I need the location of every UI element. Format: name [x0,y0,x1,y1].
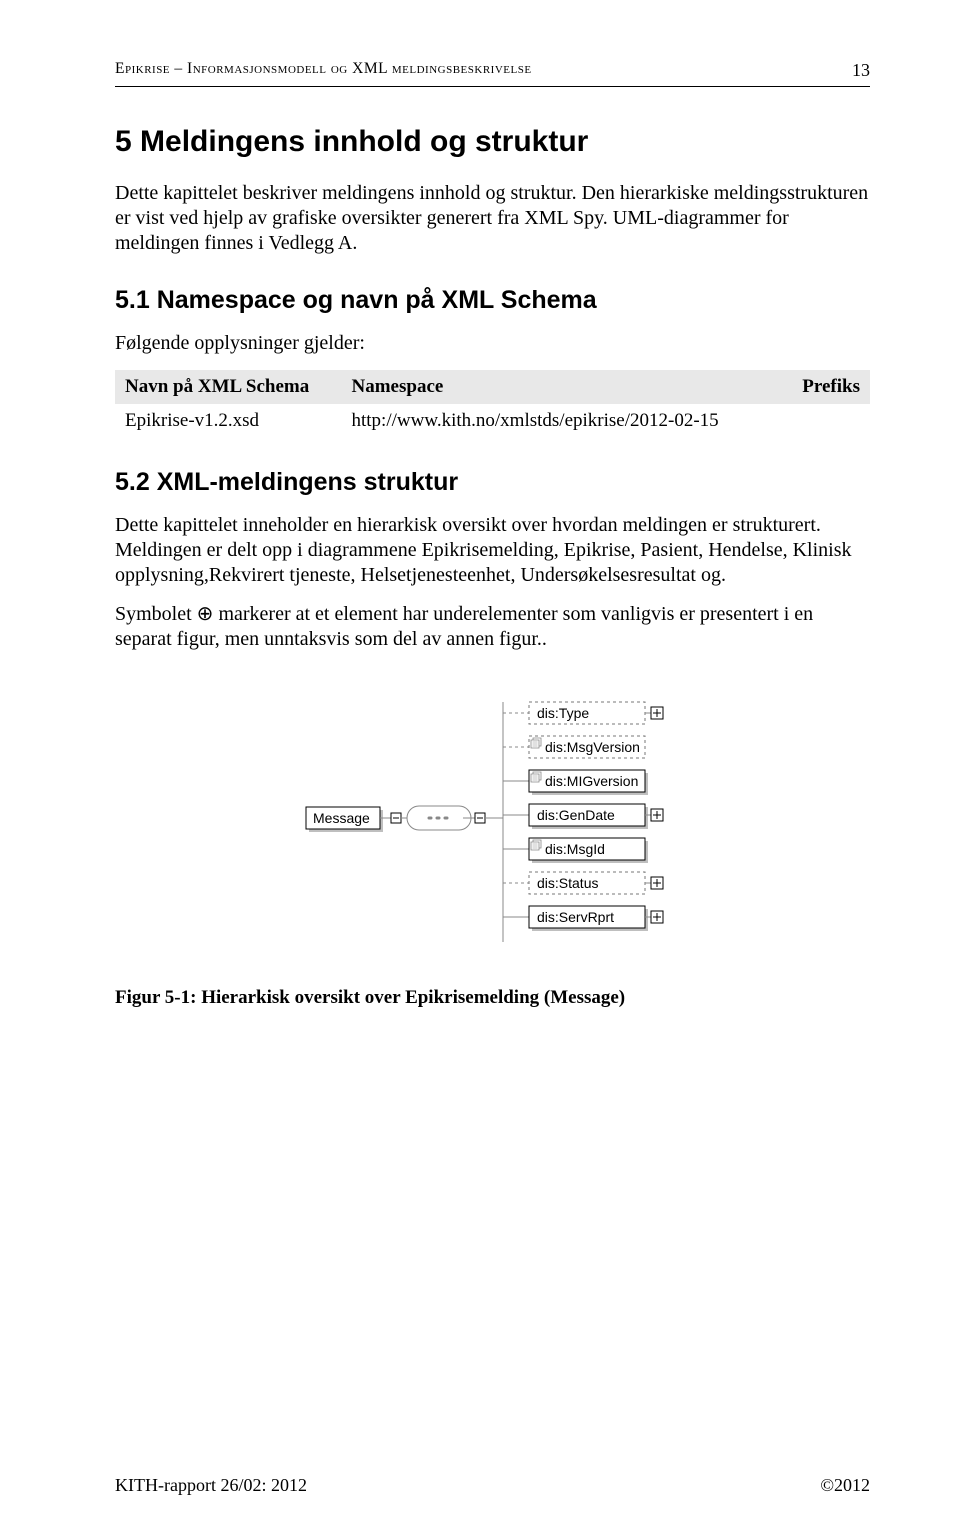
document-page: 13 Epikrise – Informasjonsmodell og XML … [0,0,960,1538]
diagram-node-label: dis:Status [537,875,598,891]
table-cell: http://www.kith.no/xmlstds/epikrise/2012… [342,404,757,438]
section-5-2-p2: Symbolet ⊕ markerer at et element har un… [115,602,870,652]
footer-left: KITH-rapport 26/02: 2012 [115,1475,307,1496]
table-header-row: Navn på XML Schema Namespace Prefiks [115,370,870,404]
sequence-compositor-icon [401,806,503,830]
footer-right: ©2012 [820,1475,870,1496]
section-5-2-p1: Dette kapittelet inneholder en hierarkis… [115,513,870,588]
text-prefix: Symbolet [115,603,197,625]
schema-table: Navn på XML Schema Namespace Prefiks Epi… [115,370,870,438]
table-header-cell: Prefiks [757,370,870,404]
diagram-node-label: dis:GenDate [537,807,615,823]
figure-5-1: Message dis:Type dis:MsgVersion dis:MIGver… [115,684,870,964]
hierarchy-diagram: Message dis:Type dis:MsgVersion dis:MIGver… [303,684,683,964]
table-header-cell: Namespace [342,370,757,404]
diagram-child-node: dis:ServRprt [503,906,663,931]
table-cell [757,404,870,438]
figure-caption: Figur 5-1: Hierarkisk oversikt over Epik… [115,986,870,1010]
header-divider [115,86,870,87]
section-5-2-title: 5.2 XML-meldingens struktur [115,468,870,497]
diagram-node-label: dis:Type [537,705,589,721]
diagram-child-node: dis:Status [503,872,663,894]
section-5-1-title: 5.1 Namespace og navn på XML Schema [115,286,870,315]
diagram-child-node: dis:MsgId [503,838,648,863]
diagram-child-node: dis:MsgVersion [503,736,645,758]
diagram-node-label: dis:MsgVersion [545,739,640,755]
diagram-node-label: dis:MsgId [545,841,605,857]
section-5-1-lead: Følgende opplysninger gjelder: [115,331,870,356]
diagram-children-group: dis:Type dis:MsgVersion dis:MIGversion dis:… [503,702,663,931]
diagram-root-node: Message [306,807,401,832]
diagram-child-node: dis:Type [503,702,663,724]
text-suffix: markerer at et element har underelemente… [115,603,813,650]
page-number: 13 [852,60,870,81]
oplus-symbol-icon: ⊕ [197,603,214,625]
section-5-title: 5 Meldingens innhold og struktur [115,125,870,159]
diagram-node-label: dis:MIGversion [545,773,638,789]
table-header-cell: Navn på XML Schema [115,370,342,404]
diagram-child-node: dis:GenDate [503,804,663,829]
running-header: Epikrise – Informasjonsmodell og XML mel… [115,60,870,78]
diagram-node-label: Message [313,810,370,826]
table-row: Epikrise-v1.2.xsd http://www.kith.no/xml… [115,404,870,438]
diagram-child-node: dis:MIGversion [503,770,648,795]
diagram-node-label: dis:ServRprt [537,909,614,925]
table-cell: Epikrise-v1.2.xsd [115,404,342,438]
section-5-intro: Dette kapittelet beskriver meldingens in… [115,181,870,256]
page-footer: KITH-rapport 26/02: 2012 ©2012 [115,1475,870,1496]
